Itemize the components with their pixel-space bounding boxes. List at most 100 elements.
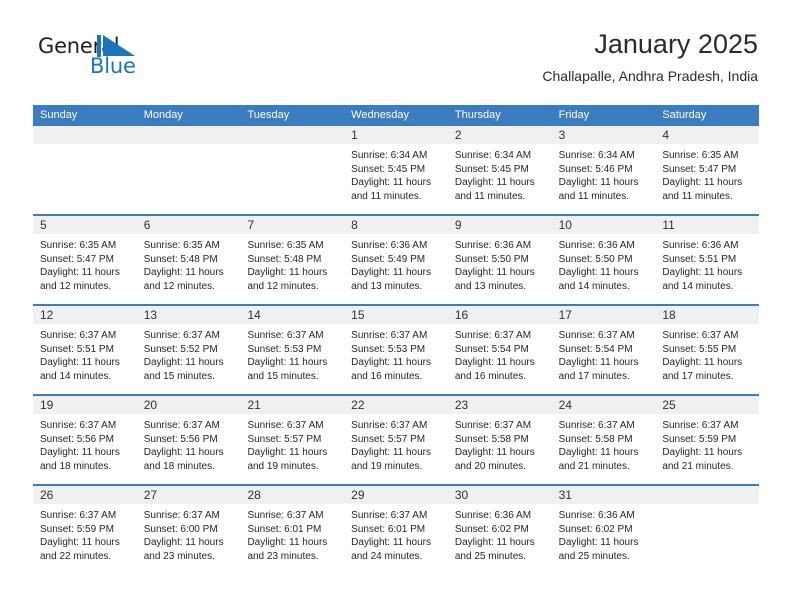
- day-cell[interactable]: 23 Sunrise: 6:37 AM Sunset: 5:58 PM Dayl…: [447, 396, 552, 484]
- sunset-line: Sunset: 5:47 PM: [662, 163, 737, 175]
- day-cell[interactable]: 21 Sunrise: 6:37 AM Sunset: 5:57 PM Dayl…: [240, 396, 345, 484]
- daylight-line-2: and 19 minutes.: [351, 460, 423, 472]
- sunrise-line: Sunrise: 6:36 AM: [558, 510, 635, 521]
- daylight-line-2: and 18 minutes.: [143, 460, 215, 472]
- sunrise-line: Sunrise: 6:37 AM: [351, 420, 428, 431]
- sunrise-line: Sunrise: 6:37 AM: [247, 330, 324, 341]
- daylight-line-1: Daylight: 11 hours: [558, 177, 639, 188]
- day-number: 10: [551, 216, 656, 234]
- day-cell[interactable]: 8 Sunrise: 6:36 AM Sunset: 5:49 PM Dayli…: [344, 216, 448, 304]
- day-details: Sunrise: 6:34 AM Sunset: 5:45 PM Dayligh…: [344, 144, 448, 203]
- day-cell[interactable]: 27 Sunrise: 6:37 AM Sunset: 6:00 PM Dayl…: [136, 486, 241, 574]
- sunrise-line: Sunrise: 6:37 AM: [454, 330, 532, 341]
- calendar-week-row: 26 Sunrise: 6:37 AM Sunset: 5:59 PM Dayl…: [33, 486, 760, 574]
- daylight-line-1: Daylight: 11 hours: [247, 537, 328, 548]
- day-cell[interactable]: 11 Sunrise: 6:36 AM Sunset: 5:51 PM Dayl…: [655, 216, 760, 304]
- day-number: 1: [344, 126, 448, 144]
- day-number: 28: [240, 486, 345, 504]
- day-details: Sunrise: 6:35 AM Sunset: 5:48 PM Dayligh…: [137, 234, 241, 293]
- daylight-line-2: and 15 minutes.: [143, 370, 215, 382]
- day-cell[interactable]: 6 Sunrise: 6:35 AM Sunset: 5:48 PM Dayli…: [136, 216, 241, 304]
- day-number: 19: [33, 396, 137, 414]
- day-cell: [240, 126, 345, 214]
- day-cell[interactable]: 25 Sunrise: 6:37 AM Sunset: 5:59 PM Dayl…: [655, 396, 760, 484]
- sunset-line: Sunset: 5:57 PM: [247, 433, 322, 445]
- title-block: January 2025 Challapalle, Andhra Pradesh…: [542, 28, 758, 86]
- day-cell[interactable]: 14 Sunrise: 6:37 AM Sunset: 5:53 PM Dayl…: [240, 306, 345, 394]
- day-details: Sunrise: 6:37 AM Sunset: 5:54 PM Dayligh…: [552, 324, 656, 383]
- sunrise-line: Sunrise: 6:37 AM: [662, 420, 739, 431]
- day-number: 14: [240, 306, 345, 324]
- day-number: 4: [655, 126, 760, 144]
- daylight-line-1: Daylight: 11 hours: [143, 267, 224, 278]
- sunrise-line: Sunrise: 6:34 AM: [351, 150, 428, 161]
- day-cell[interactable]: 30 Sunrise: 6:36 AM Sunset: 6:02 PM Dayl…: [447, 486, 552, 574]
- day-cell[interactable]: 3 Sunrise: 6:34 AM Sunset: 5:46 PM Dayli…: [551, 126, 656, 214]
- logo-text-blue: Blue: [90, 54, 136, 78]
- day-cell[interactable]: 16 Sunrise: 6:37 AM Sunset: 5:54 PM Dayl…: [447, 306, 552, 394]
- sunrise-line: Sunrise: 6:36 AM: [351, 240, 428, 251]
- day-details: Sunrise: 6:35 AM Sunset: 5:47 PM Dayligh…: [655, 144, 759, 203]
- sunrise-line: Sunrise: 6:37 AM: [558, 420, 635, 431]
- day-details: Sunrise: 6:37 AM Sunset: 5:53 PM Dayligh…: [344, 324, 448, 383]
- sunset-line: Sunset: 5:45 PM: [454, 163, 529, 175]
- daylight-line-1: Daylight: 11 hours: [247, 267, 328, 278]
- sunrise-line: Sunrise: 6:34 AM: [558, 150, 635, 161]
- sunset-line: Sunset: 5:53 PM: [351, 343, 426, 355]
- daylight-line-1: Daylight: 11 hours: [351, 177, 432, 188]
- day-cell[interactable]: 1 Sunrise: 6:34 AM Sunset: 5:45 PM Dayli…: [344, 126, 448, 214]
- daylight-line-2: and 22 minutes.: [40, 550, 112, 562]
- sunrise-line: Sunrise: 6:37 AM: [247, 420, 324, 431]
- day-cell[interactable]: 18 Sunrise: 6:37 AM Sunset: 5:55 PM Dayl…: [655, 306, 760, 394]
- sunset-line: Sunset: 6:01 PM: [351, 523, 426, 535]
- sunrise-line: Sunrise: 6:37 AM: [351, 510, 428, 521]
- day-cell[interactable]: 7 Sunrise: 6:35 AM Sunset: 5:48 PM Dayli…: [240, 216, 345, 304]
- day-cell[interactable]: 31 Sunrise: 6:36 AM Sunset: 6:02 PM Dayl…: [551, 486, 656, 574]
- day-cell[interactable]: 17 Sunrise: 6:37 AM Sunset: 5:54 PM Dayl…: [551, 306, 656, 394]
- day-cell[interactable]: 13 Sunrise: 6:37 AM Sunset: 5:52 PM Dayl…: [136, 306, 241, 394]
- day-cell[interactable]: 26 Sunrise: 6:37 AM Sunset: 5:59 PM Dayl…: [33, 486, 137, 574]
- day-cell[interactable]: 4 Sunrise: 6:35 AM Sunset: 5:47 PM Dayli…: [655, 126, 760, 214]
- day-cell[interactable]: 29 Sunrise: 6:37 AM Sunset: 6:01 PM Dayl…: [344, 486, 448, 574]
- day-cell[interactable]: 9 Sunrise: 6:36 AM Sunset: 5:50 PM Dayli…: [447, 216, 552, 304]
- day-number: 17: [551, 306, 656, 324]
- day-cell[interactable]: 20 Sunrise: 6:37 AM Sunset: 5:56 PM Dayl…: [136, 396, 241, 484]
- day-number: 13: [136, 306, 241, 324]
- day-cell[interactable]: 28 Sunrise: 6:37 AM Sunset: 6:01 PM Dayl…: [240, 486, 345, 574]
- daylight-line-2: and 14 minutes.: [40, 370, 112, 382]
- day-cell[interactable]: 10 Sunrise: 6:36 AM Sunset: 5:50 PM Dayl…: [551, 216, 656, 304]
- sunrise-line: Sunrise: 6:37 AM: [143, 330, 220, 341]
- sunset-line: Sunset: 5:49 PM: [351, 253, 426, 265]
- sunrise-line: Sunrise: 6:37 AM: [40, 330, 117, 341]
- sunset-line: Sunset: 5:58 PM: [454, 433, 529, 445]
- daylight-line-1: Daylight: 11 hours: [351, 267, 432, 278]
- sunset-line: Sunset: 6:01 PM: [247, 523, 322, 535]
- day-number: 15: [344, 306, 448, 324]
- daylight-line-1: Daylight: 11 hours: [351, 537, 432, 548]
- day-number: 25: [655, 396, 760, 414]
- calendar-week-row: 1 Sunrise: 6:34 AM Sunset: 5:45 PM Dayli…: [33, 126, 760, 216]
- day-number: 2: [447, 126, 552, 144]
- sunrise-line: Sunrise: 6:37 AM: [558, 330, 635, 341]
- day-cell[interactable]: 15 Sunrise: 6:37 AM Sunset: 5:53 PM Dayl…: [344, 306, 448, 394]
- day-cell[interactable]: 5 Sunrise: 6:35 AM Sunset: 5:47 PM Dayli…: [33, 216, 137, 304]
- sunset-line: Sunset: 5:57 PM: [351, 433, 426, 445]
- daylight-line-1: Daylight: 11 hours: [558, 537, 639, 548]
- generalblue-logo[interactable]: General Blue: [38, 34, 168, 86]
- daylight-line-2: and 21 minutes.: [662, 460, 734, 472]
- day-number: 22: [344, 396, 448, 414]
- day-cell[interactable]: 2 Sunrise: 6:34 AM Sunset: 5:45 PM Dayli…: [447, 126, 552, 214]
- day-cell[interactable]: 22 Sunrise: 6:37 AM Sunset: 5:57 PM Dayl…: [344, 396, 448, 484]
- weekday-header-thursday: Thursday: [454, 109, 501, 121]
- daylight-line-2: and 18 minutes.: [40, 460, 112, 472]
- daylight-line-2: and 17 minutes.: [662, 370, 734, 382]
- day-cell[interactable]: 24 Sunrise: 6:37 AM Sunset: 5:58 PM Dayl…: [551, 396, 656, 484]
- sunset-line: Sunset: 5:46 PM: [558, 163, 633, 175]
- daylight-line-2: and 23 minutes.: [143, 550, 215, 562]
- day-cell[interactable]: 19 Sunrise: 6:37 AM Sunset: 5:56 PM Dayl…: [33, 396, 137, 484]
- day-cell[interactable]: 12 Sunrise: 6:37 AM Sunset: 5:51 PM Dayl…: [33, 306, 137, 394]
- sunset-line: Sunset: 5:56 PM: [143, 433, 218, 445]
- daylight-line-1: Daylight: 11 hours: [454, 537, 535, 548]
- day-number: [33, 126, 137, 144]
- daylight-line-2: and 21 minutes.: [558, 460, 630, 472]
